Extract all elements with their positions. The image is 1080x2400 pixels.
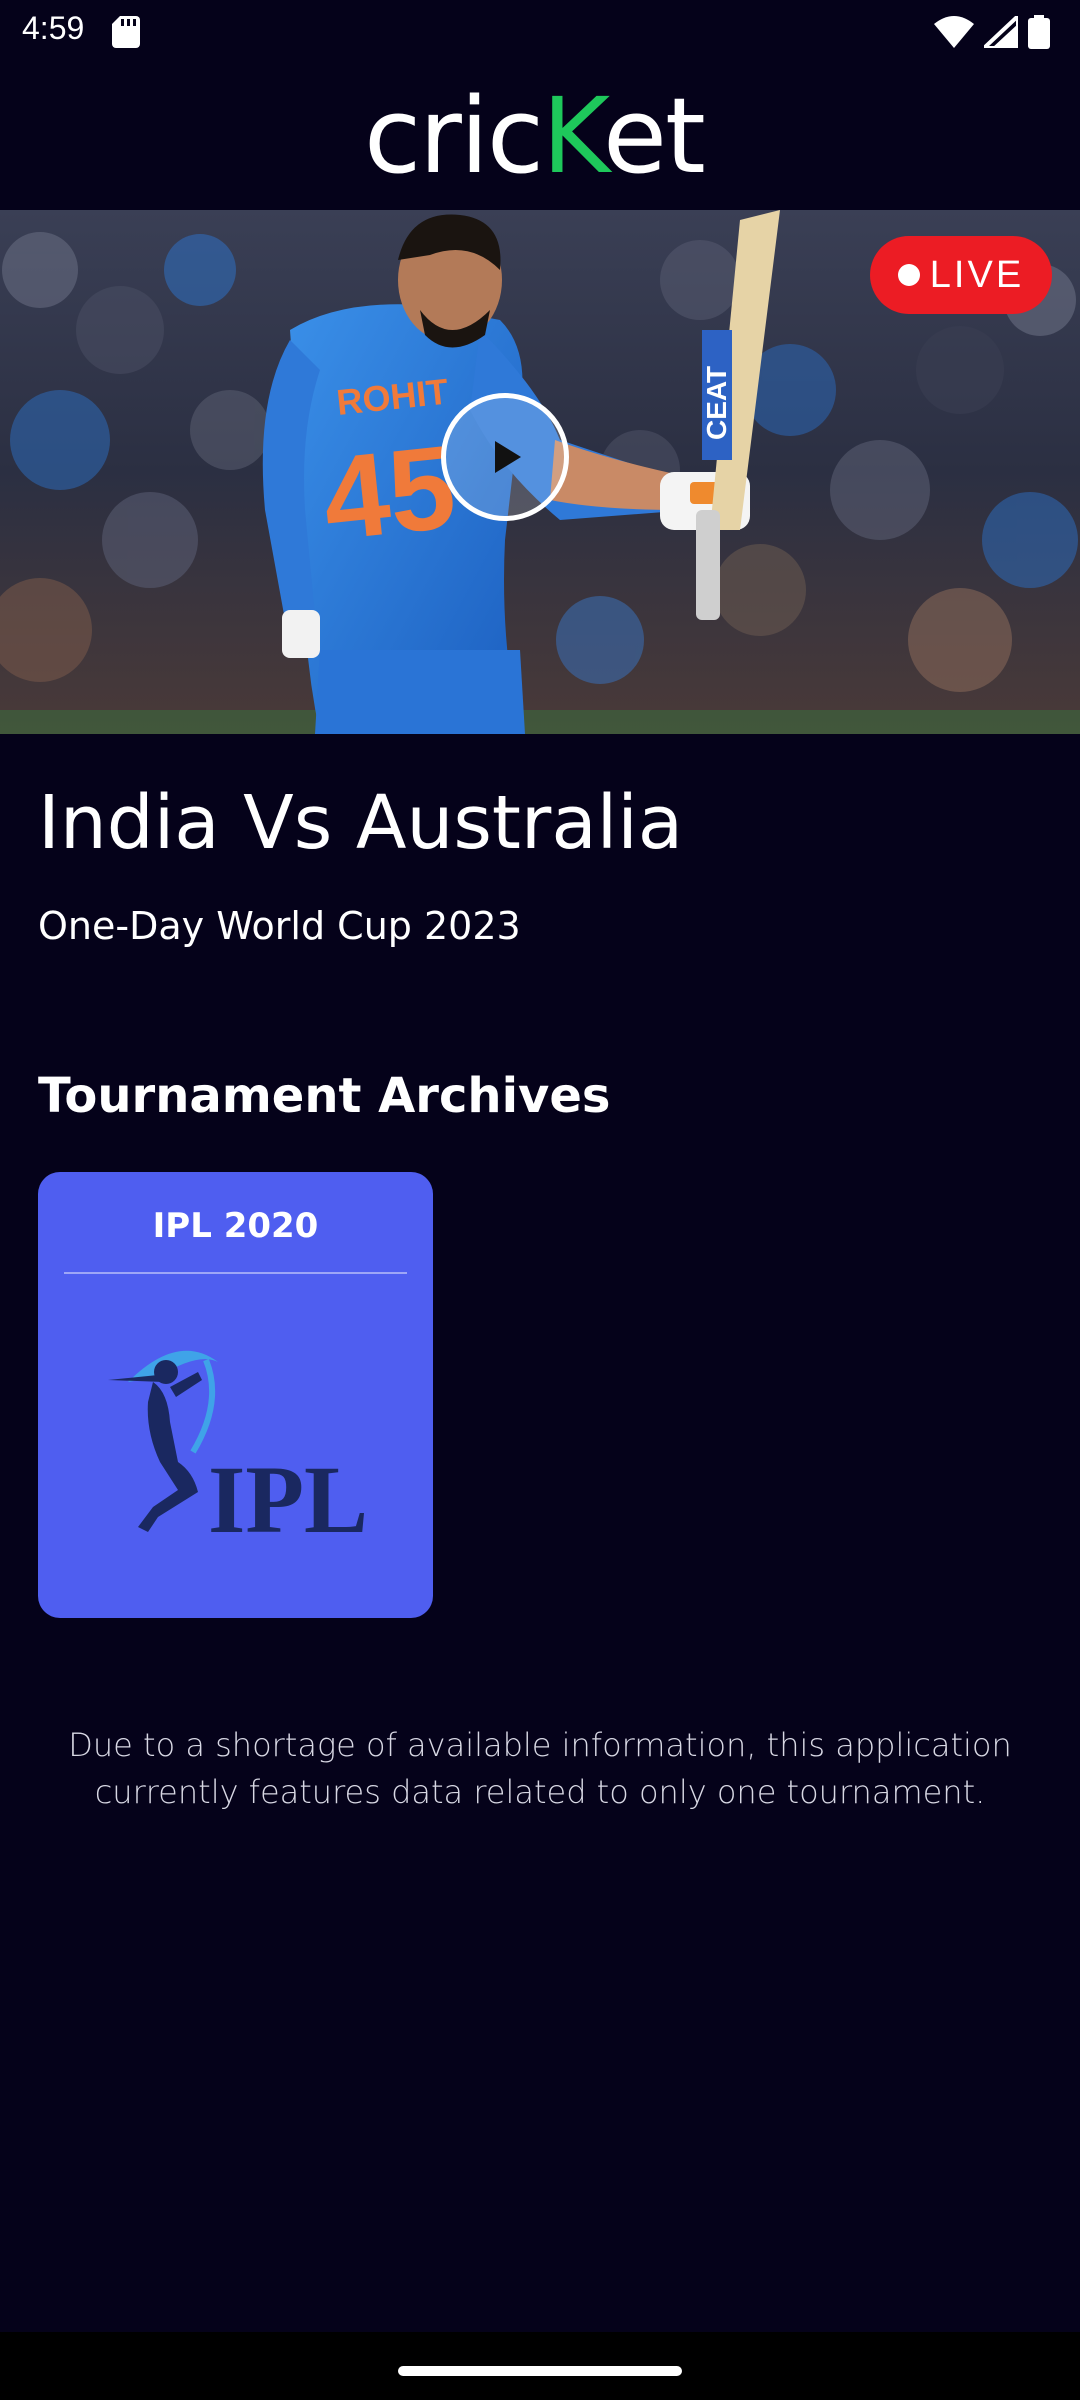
jersey-number-text: 45: [317, 421, 461, 566]
wifi-icon: [934, 16, 974, 48]
system-nav-bar: [0, 2332, 1080, 2400]
battery-icon: [1028, 15, 1050, 49]
cricket-logo[interactable]: cricKet: [364, 84, 706, 188]
live-match-banner[interactable]: CEAT ROHIT 45 LIVE: [0, 210, 1080, 734]
archive-card-title: IPL 2020: [152, 1206, 319, 1246]
status-time: 4:59: [22, 10, 85, 46]
info-notice: Due to a shortage of available informati…: [68, 1726, 1012, 1811]
signal-icon: [984, 16, 1018, 48]
match-subtitle: One-Day World Cup 2023: [38, 904, 521, 948]
play-button[interactable]: [441, 393, 569, 521]
home-indicator[interactable]: [398, 2366, 682, 2376]
logo-text-accent: K: [542, 75, 605, 197]
app-header: cricKet: [0, 64, 1080, 210]
bat-brand-text: CEAT: [701, 366, 732, 440]
logo-text-end: et: [603, 75, 706, 197]
live-label: LIVE: [929, 253, 1025, 296]
match-title: India Vs Australia: [38, 780, 684, 866]
play-icon: [495, 441, 521, 473]
live-badge: LIVE: [870, 236, 1052, 314]
live-dot-icon: [897, 264, 920, 286]
archive-card-ipl-2020[interactable]: IPL 2020 IPL: [38, 1172, 433, 1618]
ipl-logo-icon: IPL: [108, 1350, 368, 1542]
logo-text-start: cric: [364, 75, 544, 197]
status-bar: 4:59: [0, 0, 1080, 64]
sd-card-icon: [112, 16, 140, 48]
ipl-logo-text: IPL: [208, 1446, 368, 1542]
card-divider: [64, 1272, 407, 1274]
section-title-tournament-archives: Tournament Archives: [38, 1068, 611, 1124]
